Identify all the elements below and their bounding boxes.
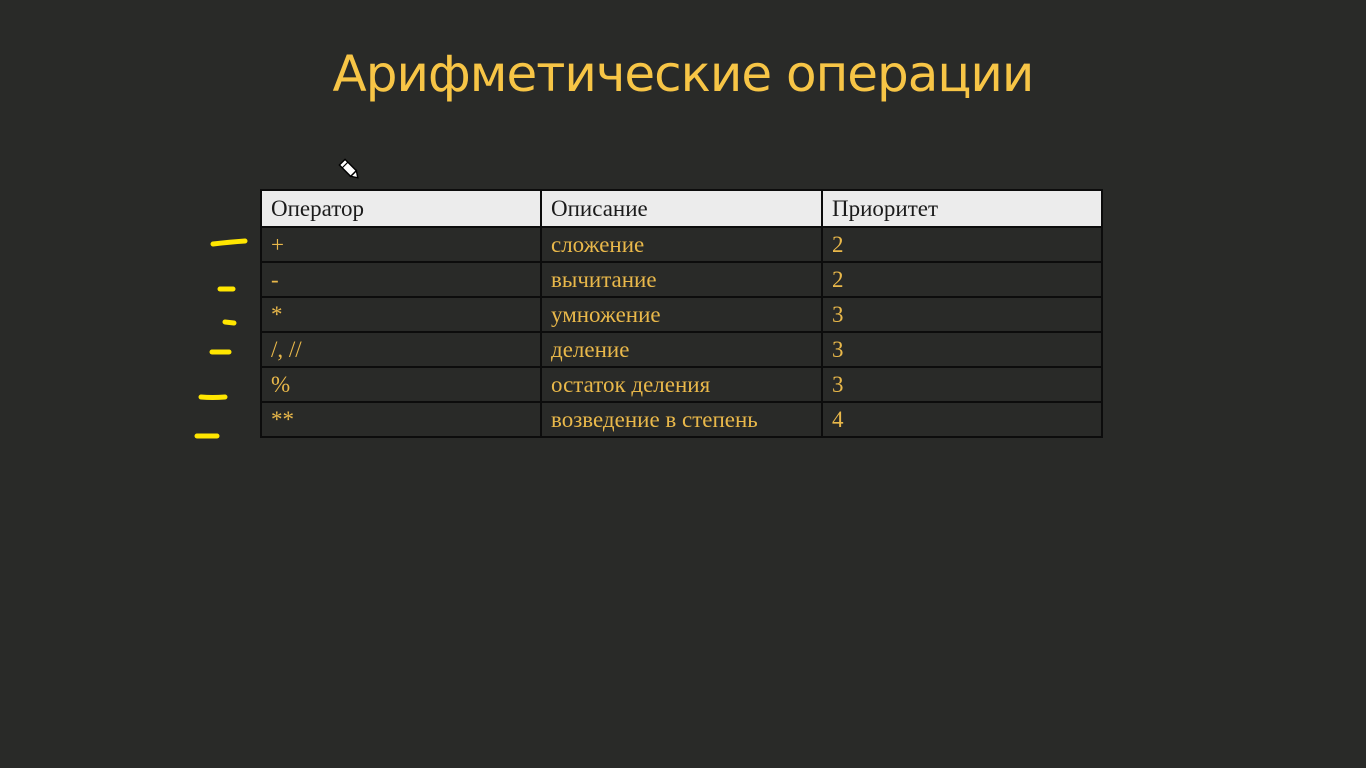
priority-cell: 3 — [821, 331, 1103, 368]
annotation-dash — [222, 319, 237, 326]
table-row: * умножение 3 — [260, 296, 1103, 333]
priority-cell: 4 — [821, 401, 1103, 438]
priority-cell: 2 — [821, 261, 1103, 298]
header-description: Описание — [540, 189, 823, 228]
description-cell: сложение — [540, 226, 823, 263]
pen-cursor-icon — [338, 158, 359, 179]
operator-cell: * — [260, 296, 542, 333]
description-cell: возведение в степень — [540, 401, 823, 438]
operator-cell: ** — [260, 401, 542, 438]
operators-table: Оператор Описание Приоритет + сложение 2… — [260, 189, 1103, 438]
table-row: ** возведение в степень 4 — [260, 401, 1103, 438]
description-cell: остаток деления — [540, 366, 823, 403]
slide-title: Арифметические операции — [332, 45, 1035, 103]
operator-cell: + — [260, 226, 542, 263]
table-row: /, // деление 3 — [260, 331, 1103, 368]
header-priority: Приоритет — [821, 189, 1103, 228]
description-cell: деление — [540, 331, 823, 368]
priority-cell: 3 — [821, 366, 1103, 403]
description-cell: умножение — [540, 296, 823, 333]
table-row: + сложение 2 — [260, 226, 1103, 263]
priority-cell: 3 — [821, 296, 1103, 333]
table-header-row: Оператор Описание Приоритет — [260, 189, 1103, 228]
annotation-dash — [198, 394, 228, 400]
table-row: - вычитание 2 — [260, 261, 1103, 298]
description-cell: вычитание — [540, 261, 823, 298]
operator-cell: % — [260, 366, 542, 403]
priority-cell: 2 — [821, 226, 1103, 263]
annotation-dash — [210, 238, 248, 247]
operator-cell: /, // — [260, 331, 542, 368]
header-operator: Оператор — [260, 189, 542, 228]
presentation-slide: Арифметические операции Оператор Описани… — [0, 0, 1366, 768]
operator-cell: - — [260, 261, 542, 298]
table-row: % остаток деления 3 — [260, 366, 1103, 403]
